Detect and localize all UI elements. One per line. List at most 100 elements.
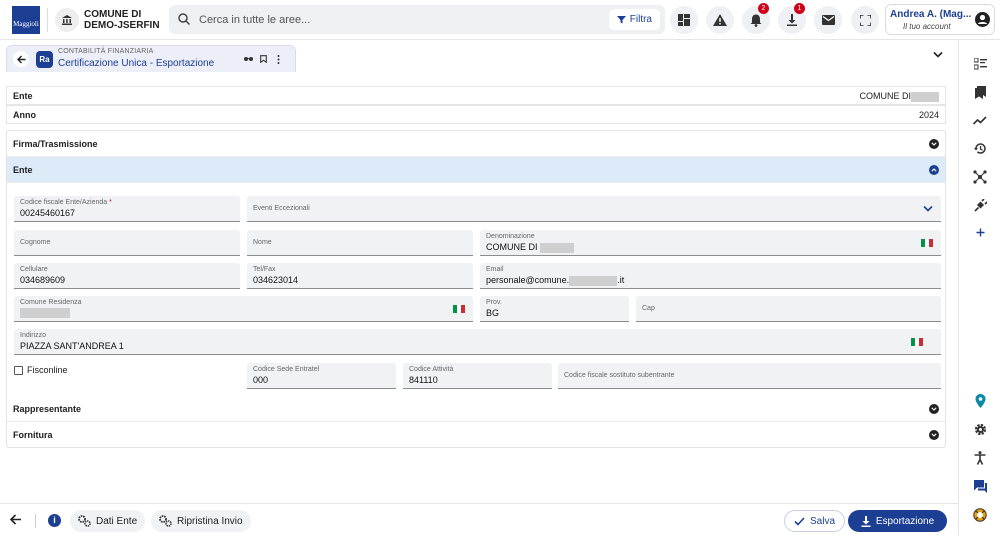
network-button[interactable] bbox=[972, 169, 988, 185]
settings-button[interactable] bbox=[972, 421, 988, 437]
email-prefix: personale@comune. bbox=[486, 275, 570, 285]
bookmark-icon[interactable] bbox=[260, 55, 267, 63]
prov-field[interactable]: Prov. BG bbox=[480, 296, 629, 322]
toolbar-divider bbox=[35, 514, 36, 528]
bookmarks-button[interactable] bbox=[972, 84, 988, 100]
eventi-eccezionali-select[interactable]: Eventi Eccezionali bbox=[247, 196, 941, 222]
prov-value: BG bbox=[486, 308, 500, 318]
summary-ente-text: COMUNE DI bbox=[859, 91, 912, 101]
tab-back-button[interactable] bbox=[13, 51, 29, 67]
italian-flag-icon[interactable] bbox=[453, 305, 465, 313]
section-firma-trasmissione[interactable]: Firma/Trasmissione bbox=[7, 131, 945, 157]
back-arrow-icon[interactable] bbox=[9, 513, 22, 526]
telfax-field[interactable]: Tel/Fax 034623014 bbox=[247, 263, 473, 289]
mail-icon bbox=[821, 15, 835, 25]
maggioli-logo[interactable]: Maggioli bbox=[12, 6, 40, 34]
download-icon bbox=[861, 515, 871, 527]
chat-button[interactable] bbox=[972, 478, 988, 494]
chat-icon bbox=[973, 479, 987, 493]
codice-attivita-field[interactable]: Codice Attività 841110 bbox=[403, 363, 552, 389]
ente-name[interactable]: COMUNE DI DEMO-JSERFIN bbox=[84, 9, 160, 31]
codice-attivita-value: 841110 bbox=[409, 375, 438, 385]
expand-icon bbox=[929, 404, 939, 414]
salva-label: Salva bbox=[810, 515, 836, 527]
download-icon bbox=[787, 14, 797, 26]
bank-icon bbox=[62, 15, 72, 25]
gear-icon bbox=[974, 423, 986, 435]
history-button[interactable] bbox=[972, 140, 988, 156]
plugin-button[interactable] bbox=[972, 197, 988, 213]
cellulare-field[interactable]: Cellulare 034689609 bbox=[14, 263, 240, 289]
dashboard-icon bbox=[678, 14, 690, 26]
comune-residenza-field[interactable]: Comune Residenza bbox=[14, 296, 473, 322]
tab-category: CONTABILITÀ FINANZIARIA bbox=[58, 48, 154, 55]
help-button[interactable] bbox=[972, 507, 988, 523]
cf-sostituto-subentrante-field[interactable]: Codice fiscale sostituto subentrante bbox=[558, 363, 941, 389]
telfax-label: Tel/Fax bbox=[253, 266, 276, 273]
ripristina-invio-button[interactable]: Ripristina Invio bbox=[151, 510, 251, 532]
redacted-mask bbox=[569, 275, 618, 286]
cap-field[interactable]: Cap bbox=[636, 296, 941, 322]
history-icon bbox=[973, 142, 986, 154]
section-rappresentante[interactable]: Rappresentante bbox=[7, 396, 945, 422]
denominazione-field[interactable]: Denominazione COMUNE DI bbox=[480, 230, 941, 256]
glasses-icon[interactable] bbox=[244, 55, 253, 62]
tab-strip: Ra CONTABILITÀ FINANZIARIA Certificazion… bbox=[0, 40, 958, 74]
cognome-field[interactable]: Cognome bbox=[14, 230, 240, 256]
more-vertical-icon[interactable] bbox=[277, 55, 280, 64]
accessibility-button[interactable] bbox=[972, 450, 988, 466]
fisconline-checkbox[interactable]: Fisconline bbox=[14, 365, 68, 375]
tab-title: Certificazione Unica - Esportazione bbox=[58, 58, 215, 69]
downloads-button[interactable]: 1 bbox=[778, 3, 806, 34]
arrow-left-icon bbox=[16, 55, 25, 63]
user-account-menu[interactable]: Andrea A. (Mag... Il tuo account bbox=[885, 4, 995, 35]
user-account-label: Il tuo account bbox=[903, 22, 951, 31]
tab-certificazione-unica[interactable]: Ra CONTABILITÀ FINANZIARIA Certificazion… bbox=[6, 45, 296, 72]
section-fornitura[interactable]: Fornitura bbox=[7, 422, 945, 448]
codice-sede-entratel-field[interactable]: Codice Sede Entratel 000 bbox=[247, 363, 396, 389]
codice-fiscale-label-text: Codice fiscale Ente/Azienda bbox=[20, 199, 108, 206]
list-view-button[interactable] bbox=[972, 56, 988, 72]
summary-ente-row: Ente COMUNE DI bbox=[6, 86, 946, 105]
dashboard-button[interactable] bbox=[670, 6, 698, 34]
search-input[interactable] bbox=[199, 9, 559, 30]
user-name: Andrea A. (Mag... bbox=[890, 9, 972, 20]
check-icon bbox=[794, 516, 805, 526]
add-button[interactable] bbox=[972, 224, 988, 240]
app-badge: Ra bbox=[36, 51, 53, 68]
location-button[interactable] bbox=[972, 393, 988, 409]
codice-fiscale-field[interactable]: Codice fiscale Ente/Azienda * 0024546016… bbox=[14, 196, 240, 222]
alerts-button[interactable] bbox=[706, 6, 734, 34]
email-suffix: .it bbox=[617, 275, 625, 285]
filter-button[interactable]: Filtra bbox=[608, 9, 660, 30]
esportazione-button[interactable]: Esportazione bbox=[848, 510, 947, 532]
chevron-down-icon[interactable] bbox=[933, 51, 943, 58]
ente-button[interactable] bbox=[55, 8, 79, 32]
indirizzo-label: Indirizzo bbox=[20, 332, 47, 339]
expand-icon bbox=[929, 430, 939, 440]
fullscreen-button[interactable] bbox=[851, 6, 879, 34]
comune-residenza-label: Comune Residenza bbox=[20, 299, 82, 306]
messages-button[interactable] bbox=[814, 6, 842, 34]
accessibility-icon bbox=[974, 451, 986, 465]
location-pin-icon bbox=[975, 394, 985, 408]
italian-flag-icon[interactable] bbox=[921, 239, 933, 247]
notifications-button[interactable]: 2 bbox=[742, 3, 770, 34]
salva-button[interactable]: Salva bbox=[784, 510, 846, 532]
codice-attivita-label: Codice Attività bbox=[409, 366, 454, 373]
codice-fiscale-value: 00245460167 bbox=[20, 208, 76, 218]
bottom-toolbar: i Dati Ente Ripristina Invio Salva Espor… bbox=[0, 503, 958, 536]
nome-field[interactable]: Nome bbox=[247, 230, 473, 256]
dati-ente-button[interactable]: Dati Ente bbox=[70, 510, 146, 532]
info-icon[interactable]: i bbox=[48, 514, 61, 527]
indirizzo-field[interactable]: Indirizzo PIAZZA SANT'ANDREA 1 bbox=[14, 329, 941, 355]
trend-button[interactable] bbox=[972, 112, 988, 128]
summary-anno-row: Anno 2024 bbox=[6, 105, 946, 124]
global-search: Filtra bbox=[169, 5, 665, 34]
italian-flag-icon[interactable] bbox=[911, 338, 923, 346]
email-value: personale@comune. .it bbox=[486, 275, 624, 286]
codice-sede-label: Codice Sede Entratel bbox=[253, 366, 320, 373]
email-field[interactable]: Email personale@comune. .it bbox=[480, 263, 941, 289]
checkbox-box[interactable] bbox=[14, 365, 23, 375]
section-ente[interactable]: Ente bbox=[7, 157, 945, 183]
